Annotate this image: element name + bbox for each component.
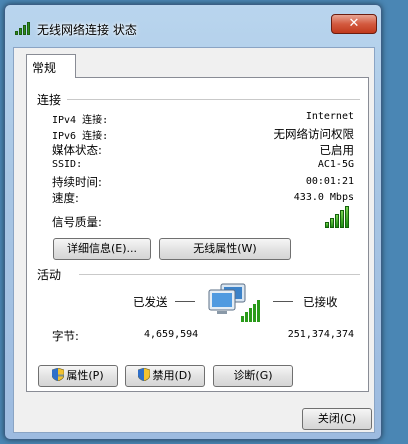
close-button[interactable]: 关闭(C): [302, 408, 372, 430]
wireless-properties-button[interactable]: 无线属性(W): [159, 238, 291, 260]
tab-general[interactable]: 常规: [26, 54, 76, 78]
tab-panel-general: 连接 IPv4 连接: Internet IPv6 连接: 无网络访问权限 媒体…: [26, 77, 369, 392]
ipv6-value: 无网络访问权限: [273, 127, 355, 141]
signal-quality-label: 信号质量:: [52, 215, 102, 229]
wireless-signal-icon: [15, 21, 33, 35]
bytes-sent-value: 4,659,594: [144, 329, 199, 340]
sent-connector-line: [175, 301, 195, 302]
ssid-label: SSID:: [52, 159, 83, 170]
bytes-label: 字节:: [52, 329, 79, 343]
client-area: 常规 连接 IPv4 连接: Internet IPv6 连接: 无网络访问权限…: [13, 47, 375, 433]
sent-label: 已发送: [133, 295, 168, 309]
duration-value: 00:01:21: [305, 176, 354, 187]
uac-shield-icon: [138, 368, 151, 381]
properties-button[interactable]: 属性(P): [38, 365, 118, 387]
media-state-value: 已启用: [319, 143, 355, 157]
ssid-value: AC1-5G: [317, 159, 354, 170]
activity-divider: [79, 274, 360, 275]
connection-divider: [67, 99, 360, 100]
status-window: 无线网络连接 状态 ✕ 常规 连接 IPv4 连接: Internet IPv6…: [4, 4, 382, 440]
activity-section-label: 活动: [37, 266, 66, 283]
window-title: 无线网络连接 状态: [37, 23, 137, 37]
uac-shield-icon: [52, 368, 65, 381]
speed-label: 速度:: [52, 191, 79, 205]
disable-button-label: 禁用(D): [152, 369, 192, 382]
media-state-label: 媒体状态:: [52, 143, 102, 157]
details-button[interactable]: 详细信息(E)...: [53, 238, 151, 260]
close-window-button[interactable]: ✕: [331, 14, 377, 34]
properties-button-label: 属性(P): [66, 369, 104, 382]
signal-strength-icon: [325, 206, 353, 228]
ipv6-label: IPv6 连接:: [52, 131, 109, 142]
duration-label: 持续时间:: [52, 175, 102, 189]
disable-button[interactable]: 禁用(D): [125, 365, 205, 387]
network-computer-icon: [208, 283, 260, 322]
ipv4-label: IPv4 连接:: [52, 115, 109, 126]
ipv4-value: Internet: [305, 111, 354, 122]
received-connector-line: [273, 301, 293, 302]
speed-value: 433.0 Mbps: [293, 192, 354, 203]
received-label: 已接收: [303, 295, 338, 309]
title-bar[interactable]: 无线网络连接 状态 ✕: [5, 5, 381, 45]
diagnose-button[interactable]: 诊断(G): [213, 365, 293, 387]
connection-section-label: 连接: [37, 91, 66, 108]
bytes-received-value: 251,374,374: [287, 329, 354, 340]
